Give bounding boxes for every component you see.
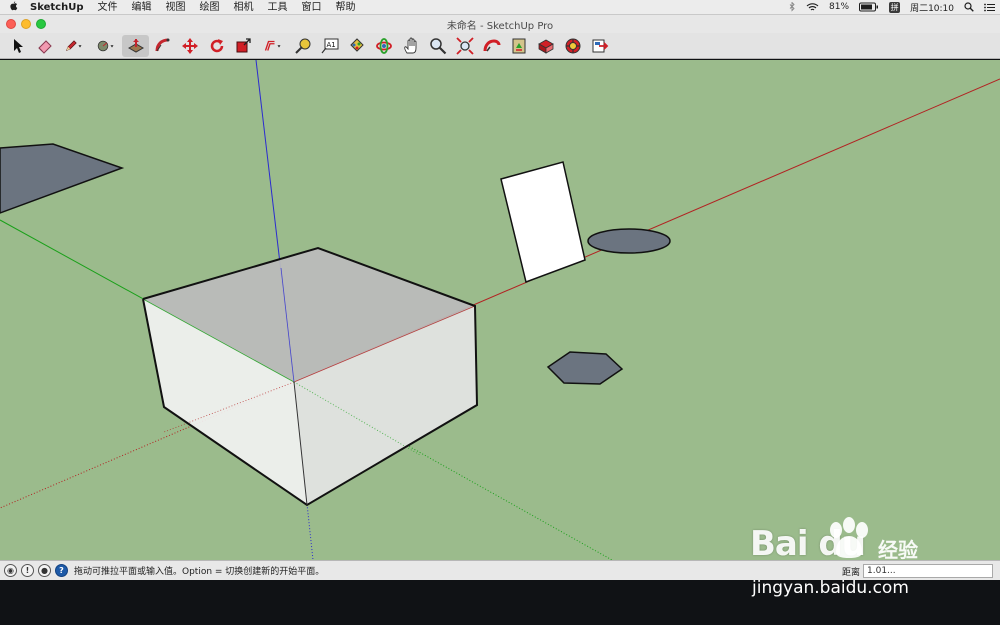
window-controls: [6, 19, 46, 29]
zoom-extents-tool[interactable]: [451, 35, 478, 57]
rotate-icon: [210, 38, 223, 52]
zoom-tool[interactable]: [424, 35, 451, 57]
main-toolbar: A1: [0, 33, 1000, 59]
measurements-label: 距离: [842, 567, 861, 578]
window-title: 未命名 - SketchUp Pro: [446, 20, 554, 32]
bluetooth-icon[interactable]: [784, 2, 801, 12]
close-window-button[interactable]: [6, 19, 16, 29]
layout-send-icon: [592, 39, 608, 52]
tape-measure-tool[interactable]: [289, 35, 316, 57]
status-message: 拖动可推拉平面或输入值。Option = 切换创建新的开始平面。: [74, 567, 325, 577]
pan-tool[interactable]: [397, 35, 424, 57]
spotlight-search-icon[interactable]: [959, 2, 979, 12]
model-viewport[interactable]: [0, 60, 1000, 560]
select-tool[interactable]: [4, 35, 31, 57]
magnifier-icon: [429, 37, 446, 54]
scale-tool[interactable]: [230, 35, 257, 57]
menu-camera[interactable]: 相机: [226, 0, 260, 15]
help-icon[interactable]: ?: [55, 564, 68, 577]
extension-warehouse-tool[interactable]: [559, 35, 586, 57]
paint-bucket-tool[interactable]: [343, 35, 370, 57]
circle-face[interactable]: [587, 228, 671, 254]
notification-center-icon[interactable]: [979, 3, 1000, 12]
extruded-box[interactable]: [142, 246, 479, 507]
share-model-icon: [512, 38, 525, 53]
credits-icon[interactable]: !: [21, 564, 34, 577]
push-pull-icon: [127, 38, 144, 53]
measurements-box: 距离 1.01...: [842, 564, 994, 578]
minimize-window-button[interactable]: [21, 19, 31, 29]
menu-window[interactable]: 窗口: [294, 0, 328, 15]
eraser-icon: [37, 39, 52, 54]
geo-location-icon[interactable]: ◉: [4, 564, 17, 577]
status-bar: ◉ ! ● ? 拖动可推拉平面或输入值。Option = 切换创建新的开始平面。…: [0, 560, 1000, 580]
scale-icon: [236, 37, 251, 52]
menu-file[interactable]: 文件: [90, 0, 124, 15]
menu-help[interactable]: 帮助: [328, 0, 362, 15]
warehouse-icon: [483, 38, 500, 51]
paint-bucket-icon: [349, 37, 364, 52]
follow-me-tool[interactable]: [149, 35, 176, 57]
line-tool[interactable]: [58, 35, 90, 57]
desktop-background: [0, 580, 1000, 625]
hand-icon: [403, 37, 416, 53]
macos-menu-bar: SketchUp 文件 编辑 视图 绘图 相机 工具 窗口 帮助 81% 拼 周…: [0, 0, 1000, 15]
orbit-icon: [375, 37, 392, 54]
menu-extras: 81% 拼 周二10:10: [784, 0, 1000, 15]
battery-percent: 81%: [829, 2, 850, 12]
get-models-icon: [537, 39, 554, 54]
circle-tool[interactable]: [90, 35, 122, 57]
eraser-tool[interactable]: [31, 35, 58, 57]
menu-draw[interactable]: 绘图: [192, 0, 226, 15]
app-menu[interactable]: SketchUp: [26, 0, 90, 15]
offset-tool[interactable]: [257, 35, 289, 57]
pencil-icon: [65, 39, 82, 51]
move-tool[interactable]: [176, 35, 203, 57]
orbit-tool[interactable]: [370, 35, 397, 57]
wifi-icon[interactable]: [801, 2, 824, 12]
extension-warehouse-icon: [565, 38, 580, 53]
input-method-icon[interactable]: 拼: [884, 1, 905, 13]
menu-view[interactable]: 视图: [158, 0, 192, 15]
vertical-rectangle[interactable]: [500, 161, 586, 283]
rotate-tool[interactable]: [203, 35, 230, 57]
text-tool[interactable]: A1: [316, 35, 343, 57]
menu-tools[interactable]: 工具: [260, 0, 294, 15]
measurements-input[interactable]: 1.01...: [863, 564, 994, 578]
clock[interactable]: 周二10:10: [905, 1, 959, 14]
hexagon-face[interactable]: [546, 351, 624, 385]
get-models-tool[interactable]: [532, 35, 559, 57]
circle-icon: [97, 40, 114, 51]
tape-measure-icon: [294, 38, 310, 54]
move-icon: [181, 37, 198, 54]
push-pull-tool[interactable]: [122, 34, 149, 57]
arrow-icon: [13, 38, 23, 53]
apple-menu-icon[interactable]: [0, 0, 26, 14]
input-method-label: 拼: [889, 1, 901, 13]
share-model-tool[interactable]: [505, 35, 532, 57]
text-tool-label: A1: [326, 41, 335, 49]
warehouse-tool[interactable]: [478, 35, 505, 57]
user-account-icon[interactable]: ●: [38, 564, 51, 577]
zoom-extents-icon: [455, 36, 474, 55]
model-canvas[interactable]: [0, 60, 1000, 560]
layout-tool[interactable]: [586, 35, 613, 57]
shaded-face-left[interactable]: [0, 143, 125, 214]
window-title-bar[interactable]: 未命名 - SketchUp Pro: [0, 15, 1000, 33]
menu-edit[interactable]: 编辑: [124, 0, 158, 15]
text-icon: A1: [321, 38, 338, 53]
offset-icon: [264, 40, 281, 51]
follow-me-icon: [155, 38, 169, 51]
battery-icon[interactable]: [854, 2, 884, 12]
zoom-window-button[interactable]: [36, 19, 46, 29]
